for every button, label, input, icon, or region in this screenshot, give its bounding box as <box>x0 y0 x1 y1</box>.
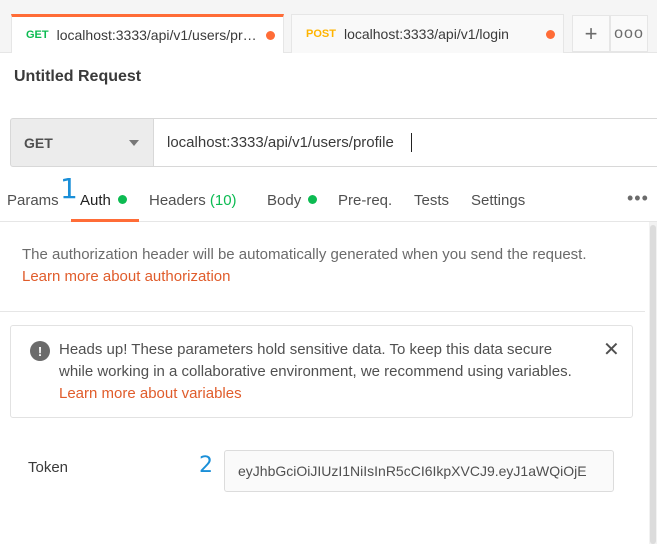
token-label: Token <box>28 459 69 476</box>
request-tab-get-profile[interactable]: GET localhost:3333/api/v1/users/profile <box>11 14 284 53</box>
alert-message: Heads up! These parameters hold sensitiv… <box>59 339 589 405</box>
active-dot-icon <box>308 195 318 204</box>
alert-text: Heads up! These parameters hold sensitiv… <box>59 341 572 380</box>
more-options-icon[interactable]: ••• <box>627 188 649 209</box>
tab-params[interactable]: Params <box>7 192 59 209</box>
tab-prereq[interactable]: Pre-req. <box>338 192 392 209</box>
tab-tests[interactable]: Tests <box>414 192 449 209</box>
token-value: eyJhbGciOiJIUzI1NiIsInR5cCI6IkpXVCJ9.eyJ… <box>238 463 587 479</box>
method-select[interactable]: GET <box>10 118 154 167</box>
chevron-down-icon <box>129 139 139 146</box>
tab-title: localhost:3333/api/v1/users/profile <box>56 27 260 43</box>
tab-method-label: POST <box>306 28 336 40</box>
request-tab-post-login[interactable]: POST localhost:3333/api/v1/login <box>291 14 564 53</box>
tab-body[interactable]: Body <box>267 192 318 209</box>
tab-headers[interactable]: Headers (10) <box>149 192 237 209</box>
tab-title: localhost:3333/api/v1/login <box>343 26 509 42</box>
sensitive-data-alert: ! Heads up! These parameters hold sensit… <box>10 325 633 418</box>
tab-auth-label: Auth <box>80 192 111 209</box>
tab-body-label: Body <box>267 192 302 209</box>
auth-info-text: The authorization header will be automat… <box>22 246 587 263</box>
plus-icon: + <box>584 20 598 46</box>
unsaved-dot-icon <box>546 29 555 39</box>
tab-settings[interactable]: Settings <box>471 192 525 209</box>
headers-count: (10) <box>209 192 237 209</box>
new-tab-button[interactable]: + <box>572 15 610 52</box>
tab-method-label: GET <box>26 29 49 41</box>
learn-more-variables-link[interactable]: Learn more about variables <box>59 385 242 402</box>
request-subtabs: Params Auth Headers (10) Body Pre-req. T… <box>0 178 657 222</box>
annotation-marker-2: 2 <box>199 453 213 478</box>
ellipsis-icon: ooo <box>614 24 644 42</box>
active-tab-indicator <box>71 219 139 222</box>
tab-strip: GET localhost:3333/api/v1/users/profile … <box>0 0 657 53</box>
request-title[interactable]: Untitled Request <box>14 68 141 86</box>
auth-info: The authorization header will be automat… <box>22 244 632 288</box>
unsaved-dot-icon <box>266 30 275 40</box>
annotation-marker-1: 1 <box>60 172 78 205</box>
token-input[interactable]: eyJhbGciOiJIUzI1NiIsInR5cCI6IkpXVCJ9.eyJ… <box>224 450 614 492</box>
close-icon[interactable]: ✕ <box>603 340 620 360</box>
tab-auth[interactable]: Auth <box>80 192 127 209</box>
divider <box>0 311 645 312</box>
text-cursor <box>411 133 412 152</box>
tab-headers-label: Headers <box>149 192 206 209</box>
method-value: GET <box>24 134 53 151</box>
warning-icon: ! <box>30 341 50 361</box>
active-dot-icon <box>117 195 127 204</box>
scrollbar-thumb[interactable] <box>650 225 656 544</box>
tab-options-button[interactable]: ooo <box>610 15 648 52</box>
url-input[interactable] <box>153 118 657 167</box>
learn-more-authorization-link[interactable]: Learn more about authorization <box>22 268 230 285</box>
